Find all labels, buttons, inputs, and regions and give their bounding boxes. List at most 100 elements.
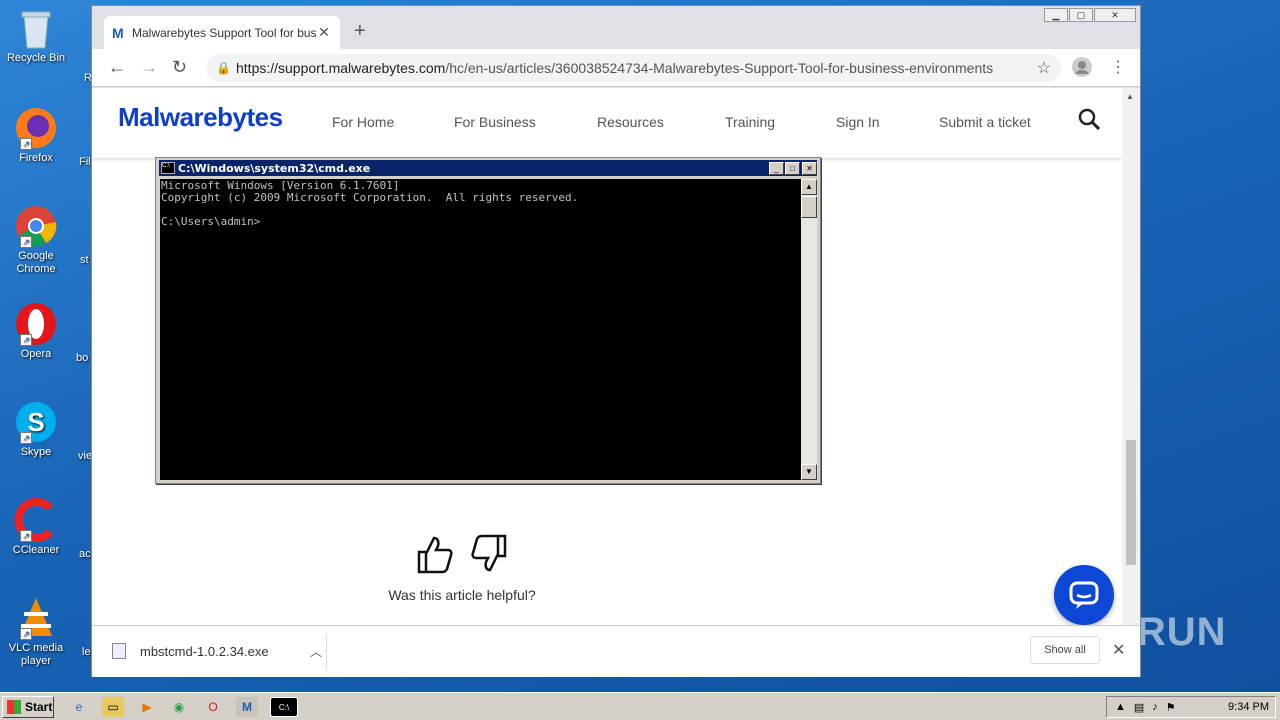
search-icon[interactable] bbox=[1078, 108, 1101, 131]
scroll-up-arrow-icon[interactable]: ▲ bbox=[1126, 92, 1134, 101]
cmd-scrollbar[interactable]: ▲ ▼ bbox=[801, 179, 817, 480]
shortcut-arrow-icon: ↗ bbox=[20, 432, 32, 444]
address-bar[interactable]: 🔒 https://support.malwarebytes.com/hc/en… bbox=[206, 54, 1061, 82]
tab-strip: M Malwarebytes Support Tool for busin ✕ … bbox=[92, 6, 1140, 49]
taskbar-cmd-icon[interactable]: C:\ bbox=[270, 697, 298, 717]
skype-icon: S ↗ bbox=[14, 400, 58, 444]
desktop-icon-label: Opera bbox=[20, 348, 52, 360]
desktop-peek-label: le bbox=[82, 646, 91, 658]
desktop-icon-ccleaner[interactable]: ↗ CCleaner bbox=[4, 498, 68, 557]
bookmark-star-icon[interactable]: ☆ bbox=[1037, 58, 1051, 78]
nav-resources[interactable]: Resources bbox=[597, 114, 664, 130]
taskbar-opera-icon[interactable]: O bbox=[202, 697, 224, 717]
shortcut-arrow-icon: ↗ bbox=[20, 236, 32, 248]
cmd-scroll-thumb[interactable] bbox=[801, 196, 817, 218]
taskbar-malwarebytes-icon[interactable]: M bbox=[236, 697, 258, 717]
tray-volume-icon[interactable]: ♪ bbox=[1152, 701, 1158, 713]
forward-button[interactable]: → bbox=[140, 57, 158, 78]
site-header: Malwarebytes For Home For Business Resou… bbox=[92, 88, 1122, 158]
vlc-icon: ↗ bbox=[14, 596, 58, 640]
cmd-close-button[interactable]: ✕ bbox=[802, 161, 817, 175]
desktop-peek-label: st bbox=[80, 254, 89, 266]
shortcut-arrow-icon: ↗ bbox=[20, 530, 32, 542]
windows-flag-icon bbox=[7, 700, 21, 714]
firefox-icon: ↗ bbox=[14, 106, 58, 150]
taskbar: Start e ▭ ▶ ◉ O M C:\ ▲ ▤ ♪ ⚑ 9:34 PM bbox=[0, 692, 1280, 720]
lock-icon: 🔒 bbox=[216, 61, 231, 75]
close-window-button[interactable]: ✕ bbox=[1094, 8, 1136, 22]
chat-launcher-button[interactable] bbox=[1054, 565, 1114, 625]
nav-submit-ticket[interactable]: Submit a ticket bbox=[939, 114, 1031, 130]
malwarebytes-favicon-icon: M bbox=[112, 24, 124, 41]
taskbar-chrome-icon[interactable]: ◉ bbox=[168, 697, 190, 717]
reload-button[interactable]: ↻ bbox=[172, 57, 187, 78]
thumbs-up-icon[interactable] bbox=[415, 534, 453, 579]
desktop-icon-label: Recycle Bin bbox=[6, 52, 66, 64]
recycle-bin-icon bbox=[14, 6, 58, 50]
desktop-peek-label: vie bbox=[78, 450, 93, 462]
cmd-minimize-button[interactable]: _ bbox=[769, 161, 784, 175]
chrome-menu-icon[interactable]: ⋮ bbox=[1110, 57, 1126, 77]
desktop-icon-firefox[interactable]: ↗ Firefox bbox=[4, 106, 68, 165]
new-tab-button[interactable]: + bbox=[354, 20, 366, 43]
chevron-up-icon[interactable]: ︿ bbox=[310, 643, 322, 660]
start-button[interactable]: Start bbox=[2, 696, 54, 718]
tray-flag-icon[interactable]: ⚑ bbox=[1166, 701, 1176, 714]
shortcut-arrow-icon: ↗ bbox=[20, 138, 32, 150]
chat-bubble-icon bbox=[1069, 581, 1099, 609]
malwarebytes-logo[interactable]: Malwarebytes bbox=[118, 102, 283, 133]
desktop-peek-label: bo bbox=[76, 352, 89, 364]
cmd-window[interactable]: C:\ C:\Windows\system32\cmd.exe _ □ ✕ Mi… bbox=[155, 157, 821, 484]
cmd-maximize-button[interactable]: □ bbox=[785, 161, 800, 175]
chrome-icon: ↗ bbox=[14, 204, 58, 248]
taskbar-ie-icon[interactable]: e bbox=[68, 697, 90, 717]
taskbar-media-player-icon[interactable]: ▶ bbox=[136, 697, 158, 717]
url-text: https://support.malwarebytes.com/hc/en-u… bbox=[236, 60, 994, 76]
cmd-scroll-down-icon[interactable]: ▼ bbox=[801, 464, 817, 480]
cmd-scroll-up-icon[interactable]: ▲ bbox=[801, 179, 817, 195]
scroll-thumb[interactable] bbox=[1126, 440, 1136, 565]
shortcut-arrow-icon: ↗ bbox=[20, 334, 32, 346]
back-button[interactable]: ← bbox=[108, 57, 126, 78]
opera-icon: ↗ bbox=[14, 302, 58, 346]
article-feedback: Was this article helpful? bbox=[372, 534, 552, 603]
start-label: Start bbox=[25, 700, 53, 714]
tab-close-icon[interactable]: ✕ bbox=[316, 24, 332, 41]
page-scrollbar[interactable]: ▲ bbox=[1122, 88, 1140, 625]
desktop-icon-recycle-bin[interactable]: Recycle Bin bbox=[4, 6, 68, 65]
download-filename: mbstcmd-1.0.2.34.exe bbox=[140, 643, 269, 659]
nav-for-home[interactable]: For Home bbox=[332, 114, 394, 130]
profile-avatar-icon[interactable] bbox=[1072, 57, 1092, 82]
minimize-button[interactable]: ▁ bbox=[1044, 8, 1068, 22]
desktop-icon-opera[interactable]: ↗ Opera bbox=[4, 302, 68, 361]
taskbar-explorer-icon[interactable]: ▭ bbox=[102, 697, 124, 717]
close-download-shelf-icon[interactable]: ✕ bbox=[1112, 640, 1125, 660]
thumbs-down-icon[interactable] bbox=[471, 534, 509, 579]
clock[interactable]: 9:34 PM bbox=[1228, 701, 1269, 713]
exe-file-icon bbox=[112, 643, 126, 659]
helpful-question: Was this article helpful? bbox=[388, 587, 536, 603]
desktop-icon-chrome[interactable]: ↗ Google Chrome bbox=[4, 204, 68, 276]
desktop-icon-label: Google Chrome bbox=[16, 250, 56, 275]
show-all-button[interactable]: Show all bbox=[1030, 636, 1100, 664]
desktop-icon-skype[interactable]: S ↗ Skype bbox=[4, 400, 68, 459]
desktop-icon-label: Skype bbox=[20, 446, 52, 458]
browser-tab[interactable]: M Malwarebytes Support Tool for busin ✕ bbox=[104, 16, 340, 49]
nav-sign-in[interactable]: Sign In bbox=[836, 114, 880, 130]
cmd-output: Microsoft Windows [Version 6.1.7601] Cop… bbox=[161, 179, 579, 228]
download-item[interactable]: mbstcmd-1.0.2.34.exe ︿ bbox=[112, 638, 322, 664]
system-tray: ▲ ▤ ♪ ⚑ 9:34 PM bbox=[1106, 696, 1276, 718]
desktop-icon-label: CCleaner bbox=[12, 544, 60, 556]
tray-network-icon[interactable]: ▤ bbox=[1134, 701, 1144, 714]
desktop-peek-label: Fil bbox=[79, 156, 91, 168]
cmd-titlebar[interactable]: C:\ C:\Windows\system32\cmd.exe _ □ ✕ bbox=[159, 160, 817, 176]
nav-for-business[interactable]: For Business bbox=[454, 114, 536, 130]
tray-expand-icon[interactable]: ▲ bbox=[1115, 701, 1126, 713]
ccleaner-icon: ↗ bbox=[14, 498, 58, 542]
download-shelf: mbstcmd-1.0.2.34.exe ︿ Show all ✕ bbox=[92, 625, 1140, 677]
desktop-icon-vlc[interactable]: ↗ VLC media player bbox=[4, 596, 68, 668]
nav-training[interactable]: Training bbox=[725, 114, 775, 130]
cmd-title-text: C:\Windows\system32\cmd.exe bbox=[178, 161, 371, 175]
cmd-console[interactable]: Microsoft Windows [Version 6.1.7601] Cop… bbox=[160, 179, 801, 480]
maximize-button[interactable]: ▢ bbox=[1069, 8, 1093, 22]
